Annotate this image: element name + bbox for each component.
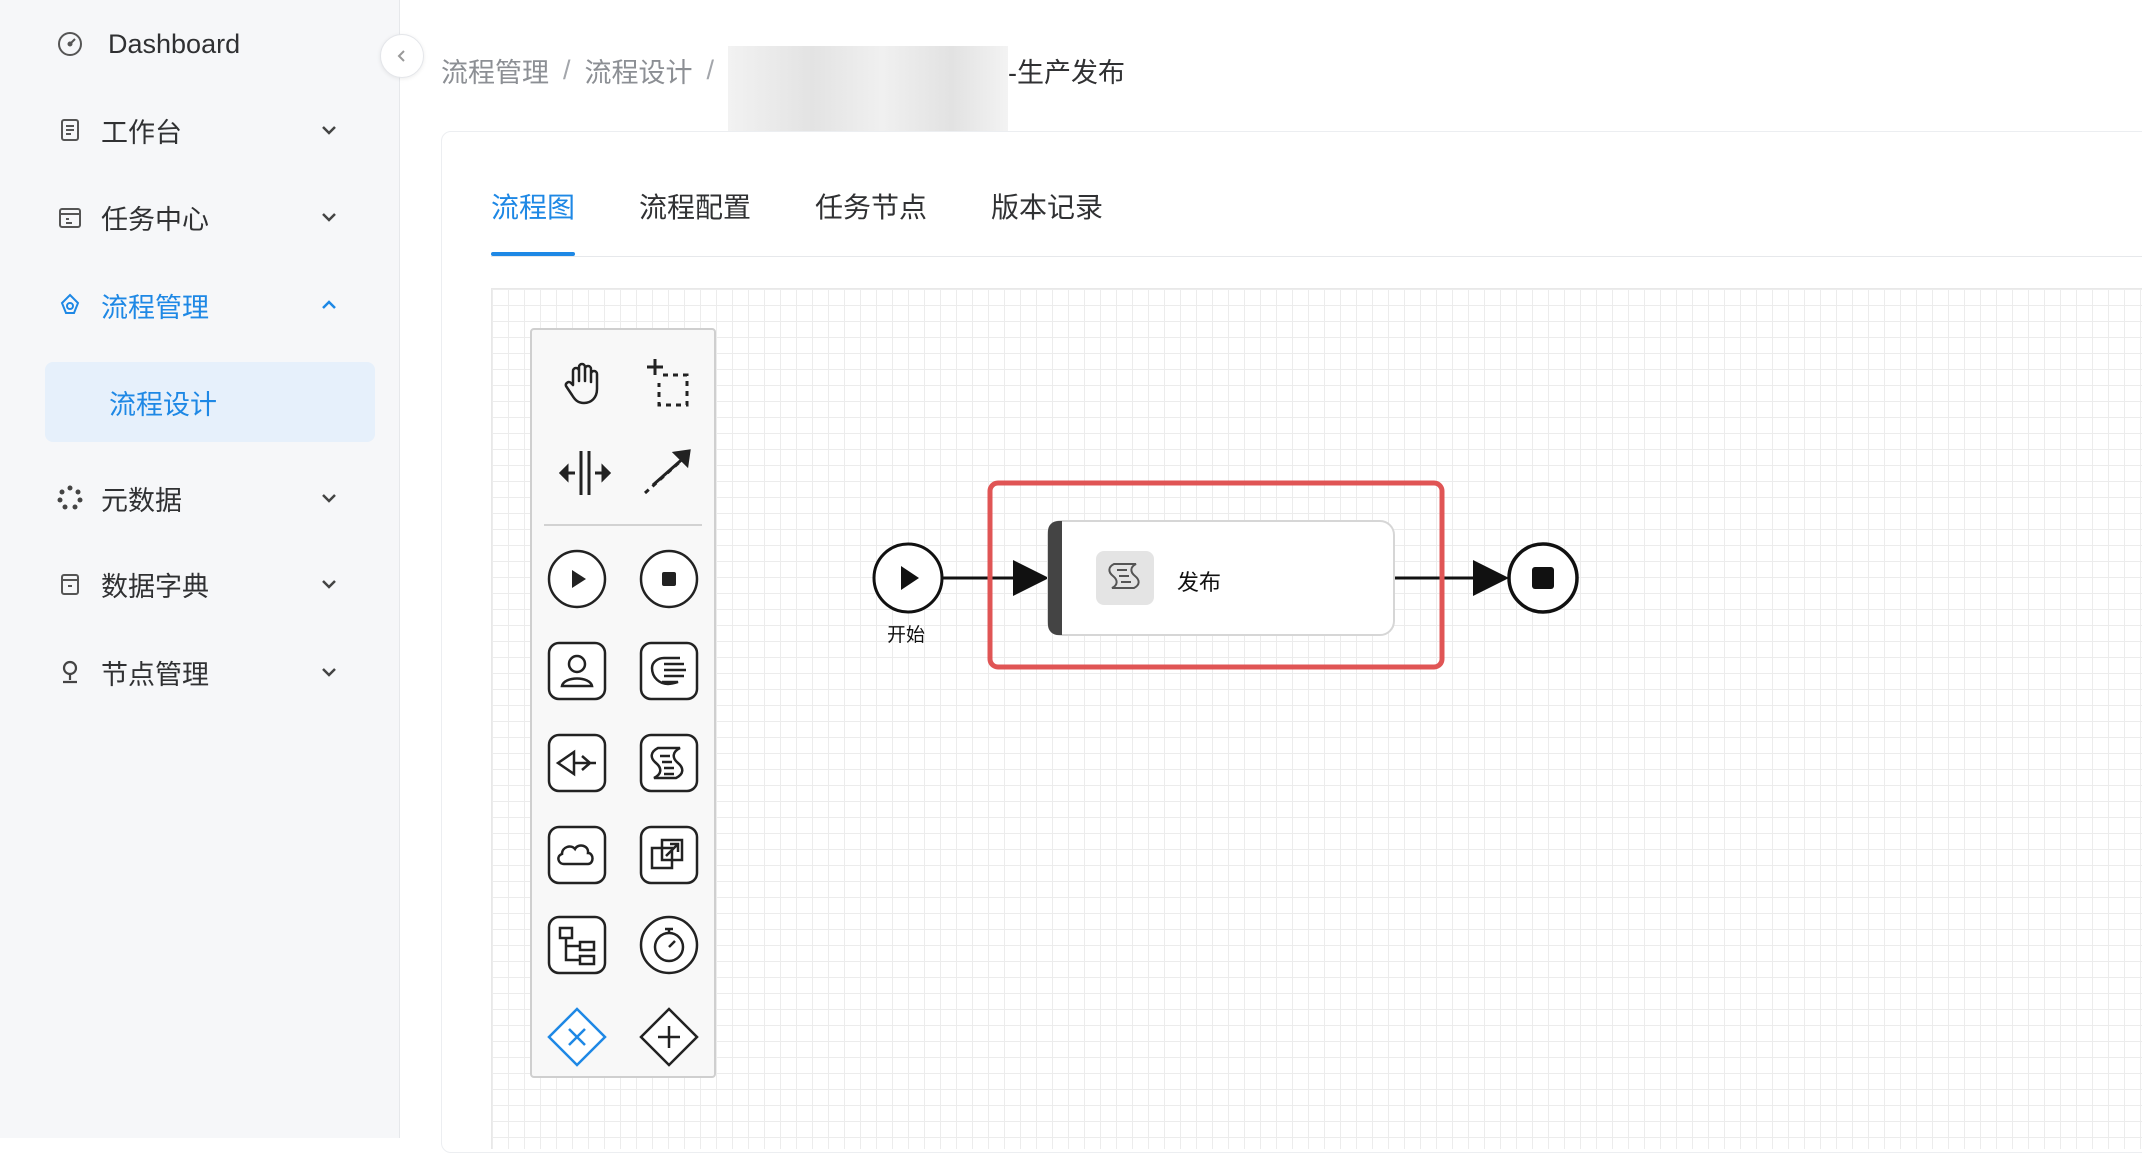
diagram-layer [872, 480, 1579, 670]
task-left-bar [1048, 521, 1062, 635]
task-node-label: 发布 [1177, 570, 1222, 595]
stop-icon [1532, 567, 1554, 589]
task-icon-box [1096, 551, 1154, 605]
start-event-label: 开始 [887, 624, 926, 646]
